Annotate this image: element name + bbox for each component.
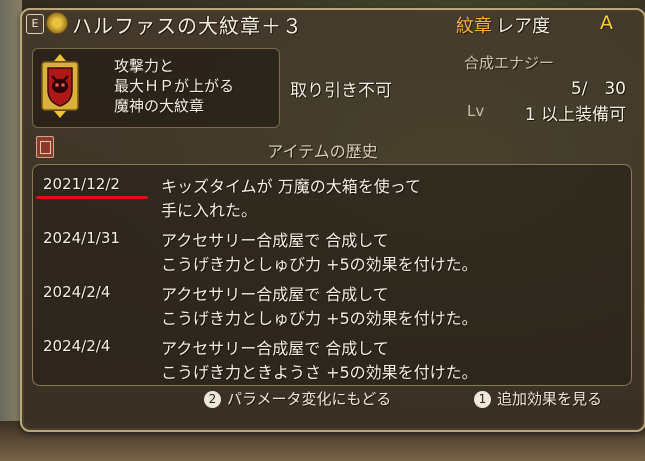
history-text: こうげき力としゅび力 +5の効果を付けた。	[161, 255, 478, 274]
emblem-category-icon	[46, 12, 68, 34]
description-line: 魔神の大紋章	[114, 97, 205, 115]
history-date: 2021/12/2	[43, 175, 120, 193]
description-line: 攻撃力と	[114, 57, 175, 75]
button-1-icon: 1	[474, 391, 491, 408]
history-text: アクセサリー合成屋で 合成して	[161, 339, 389, 358]
item-type: 紋章	[456, 16, 492, 37]
history-text: こうげき力としゅび力 +5の効果を付けた。	[161, 309, 478, 328]
history-entry: 2024/2/4 アクセサリー合成屋で 合成して こうげき力としゅび力 +5の効…	[33, 277, 631, 331]
level-requirement: 1 以上装備可	[524, 105, 626, 125]
rarity-label: レア度	[496, 16, 550, 37]
emblem-icon	[41, 54, 79, 118]
history-heading: アイテムの歴史	[267, 142, 378, 161]
level-label: Lv	[467, 102, 485, 120]
energy-value: 5/ 30	[570, 79, 626, 99]
history-date: 2024/1/31	[43, 229, 120, 247]
history-date: 2024/2/4	[43, 283, 111, 301]
background-wall	[0, 0, 22, 461]
trade-status: 取り引き不可	[290, 81, 392, 101]
history-entry: 2024/1/31 アクセサリー合成屋で 合成して こうげき力としゅび力 +5の…	[33, 223, 631, 277]
description-line: 最大ＨＰが上がる	[114, 77, 235, 95]
item-name: ハルファスの大紋章＋３	[72, 14, 303, 38]
history-date: 2024/2/4	[43, 337, 111, 355]
parameter-change-button[interactable]: 2 パラメータ変化にもどる	[204, 388, 391, 409]
date-highlight-underline	[36, 196, 148, 199]
history-entry: 2024/2/4 アクセサリー合成屋で 合成して こうげき力ときようさ +5の効…	[33, 331, 631, 385]
history-text: アクセサリー合成屋で 合成して	[161, 231, 389, 250]
item-description: 攻撃力と 最大ＨＰが上がる 魔神の大紋章	[114, 56, 234, 116]
parameter-change-label: パラメータ変化にもどる	[227, 390, 392, 408]
rarity-grade: A	[600, 12, 613, 34]
history-text: 手に入れた。	[161, 201, 258, 220]
view-effects-button[interactable]: 1 追加効果を見る	[474, 388, 602, 409]
button-2-icon: 2	[204, 391, 221, 408]
history-text: こうげき力ときようさ +5の効果を付けた。	[161, 363, 478, 382]
history-text: キッズタイムが 万魔の大箱を使って	[161, 177, 421, 196]
history-text: アクセサリー合成屋で 合成して	[161, 285, 389, 304]
energy-label: 合成エナジー	[464, 54, 555, 72]
equipped-marker-icon: E	[26, 14, 44, 34]
view-effects-label: 追加効果を見る	[497, 390, 603, 408]
